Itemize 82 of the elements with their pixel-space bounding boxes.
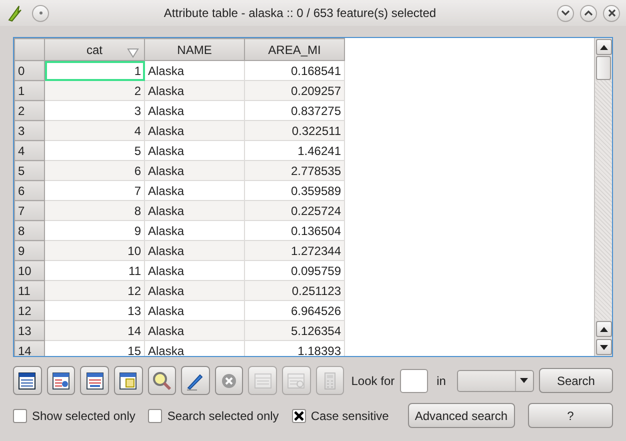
row-header[interactable]: 13	[14, 320, 44, 340]
column-header[interactable]: NAME	[144, 38, 244, 60]
look-for-field[interactable]	[400, 368, 428, 392]
dot-icon	[38, 11, 42, 15]
row-header[interactable]: 0	[14, 60, 44, 80]
row-header[interactable]: 7	[14, 200, 44, 220]
table-cell: 8	[44, 200, 144, 220]
table-icon	[252, 370, 273, 390]
table-cell: 1	[44, 60, 144, 80]
table-cell: Alaska	[144, 240, 244, 260]
table-cell: Alaska	[144, 200, 244, 220]
advanced-search-button[interactable]: Advanced search	[408, 403, 515, 428]
scroll-up-icon[interactable]	[600, 44, 608, 50]
table-cell: Alaska	[144, 280, 244, 300]
table-cell: 6	[44, 160, 144, 180]
column-header[interactable]: AREA_MI	[244, 38, 344, 60]
table-icon	[118, 370, 138, 390]
checkbox[interactable]	[148, 408, 162, 422]
table-cell: Alaska	[144, 80, 244, 100]
row-header[interactable]: 3	[14, 120, 44, 140]
magnifier-icon	[152, 370, 172, 390]
toolbar-button[interactable]	[114, 366, 142, 395]
row-header[interactable]: 9	[14, 240, 44, 260]
table-cell: Alaska	[144, 160, 244, 180]
vertical-scrollbar[interactable]	[594, 38, 612, 356]
check-mark-icon	[294, 410, 304, 420]
row-header[interactable]: 4	[14, 140, 44, 160]
app-logo-icon	[6, 4, 22, 22]
toolbar-button[interactable]	[13, 366, 42, 395]
row-header[interactable]: 14	[14, 340, 44, 356]
table-cell: 14	[44, 320, 144, 340]
close-button[interactable]	[603, 4, 620, 22]
checkbox-label: Case sensitive	[310, 408, 389, 424]
checkbox[interactable]	[13, 408, 27, 422]
row-header[interactable]: 11	[14, 280, 44, 300]
chevron-down-icon	[561, 10, 570, 16]
scroll-down-icon[interactable]	[600, 344, 608, 350]
row-header[interactable]: 12	[14, 300, 44, 320]
help-button[interactable]: ?	[528, 403, 613, 428]
row-header[interactable]: 2	[14, 100, 44, 120]
table-cell: 4	[44, 120, 144, 140]
table-cell: Alaska	[144, 120, 244, 140]
field-dropdown[interactable]	[456, 370, 534, 392]
table-cell: 2.778535	[244, 160, 344, 180]
table-cell: 0.322511	[244, 120, 344, 140]
row-header[interactable]: 1	[14, 80, 44, 100]
scrollbar-thumb[interactable]	[596, 56, 611, 80]
toolbar-button[interactable]	[80, 366, 109, 395]
checkbox-label: Show selected only	[32, 408, 136, 424]
scroll-up-icon[interactable]	[600, 326, 608, 332]
chevron-up-icon	[584, 10, 593, 16]
row-header[interactable]: 10	[14, 260, 44, 280]
table-cell: 10	[44, 240, 144, 260]
table-cell: 0.251123	[244, 280, 344, 300]
checkbox-label: Search selected only	[167, 408, 279, 424]
in-label: in	[436, 372, 446, 390]
table-cell: 1.272344	[244, 240, 344, 260]
table-icon	[17, 370, 38, 390]
row-header[interactable]: 8	[14, 220, 44, 240]
table-cell: 2	[44, 80, 144, 100]
row-header[interactable]: 6	[14, 180, 44, 200]
toolbar-button[interactable]	[181, 366, 210, 395]
window-menu-button[interactable]	[32, 4, 49, 22]
table-icon	[50, 370, 71, 390]
table-icon	[84, 370, 105, 390]
row-header[interactable]: 5	[14, 160, 44, 180]
table-cell: 0.225724	[244, 200, 344, 220]
table-icon	[286, 370, 306, 390]
look-for-label: Look for	[351, 372, 395, 390]
search-button[interactable]: Search	[538, 368, 614, 393]
dropdown-arrow-icon	[520, 378, 528, 383]
table-cell: Alaska	[144, 320, 244, 340]
window-title: Attribute table - alaska :: 0 / 653 feature(s) selected	[162, 5, 438, 22]
table-cell: 12	[44, 280, 144, 300]
column-header[interactable]: cat	[44, 38, 144, 60]
checkbox[interactable]	[292, 408, 306, 422]
table-cell: 0.209257	[244, 80, 344, 100]
maximize-button[interactable]	[580, 4, 597, 22]
table-cell: 5.126354	[244, 320, 344, 340]
minimize-button[interactable]	[557, 4, 574, 22]
close-icon	[608, 9, 616, 17]
toolbar-button[interactable]	[46, 366, 76, 395]
